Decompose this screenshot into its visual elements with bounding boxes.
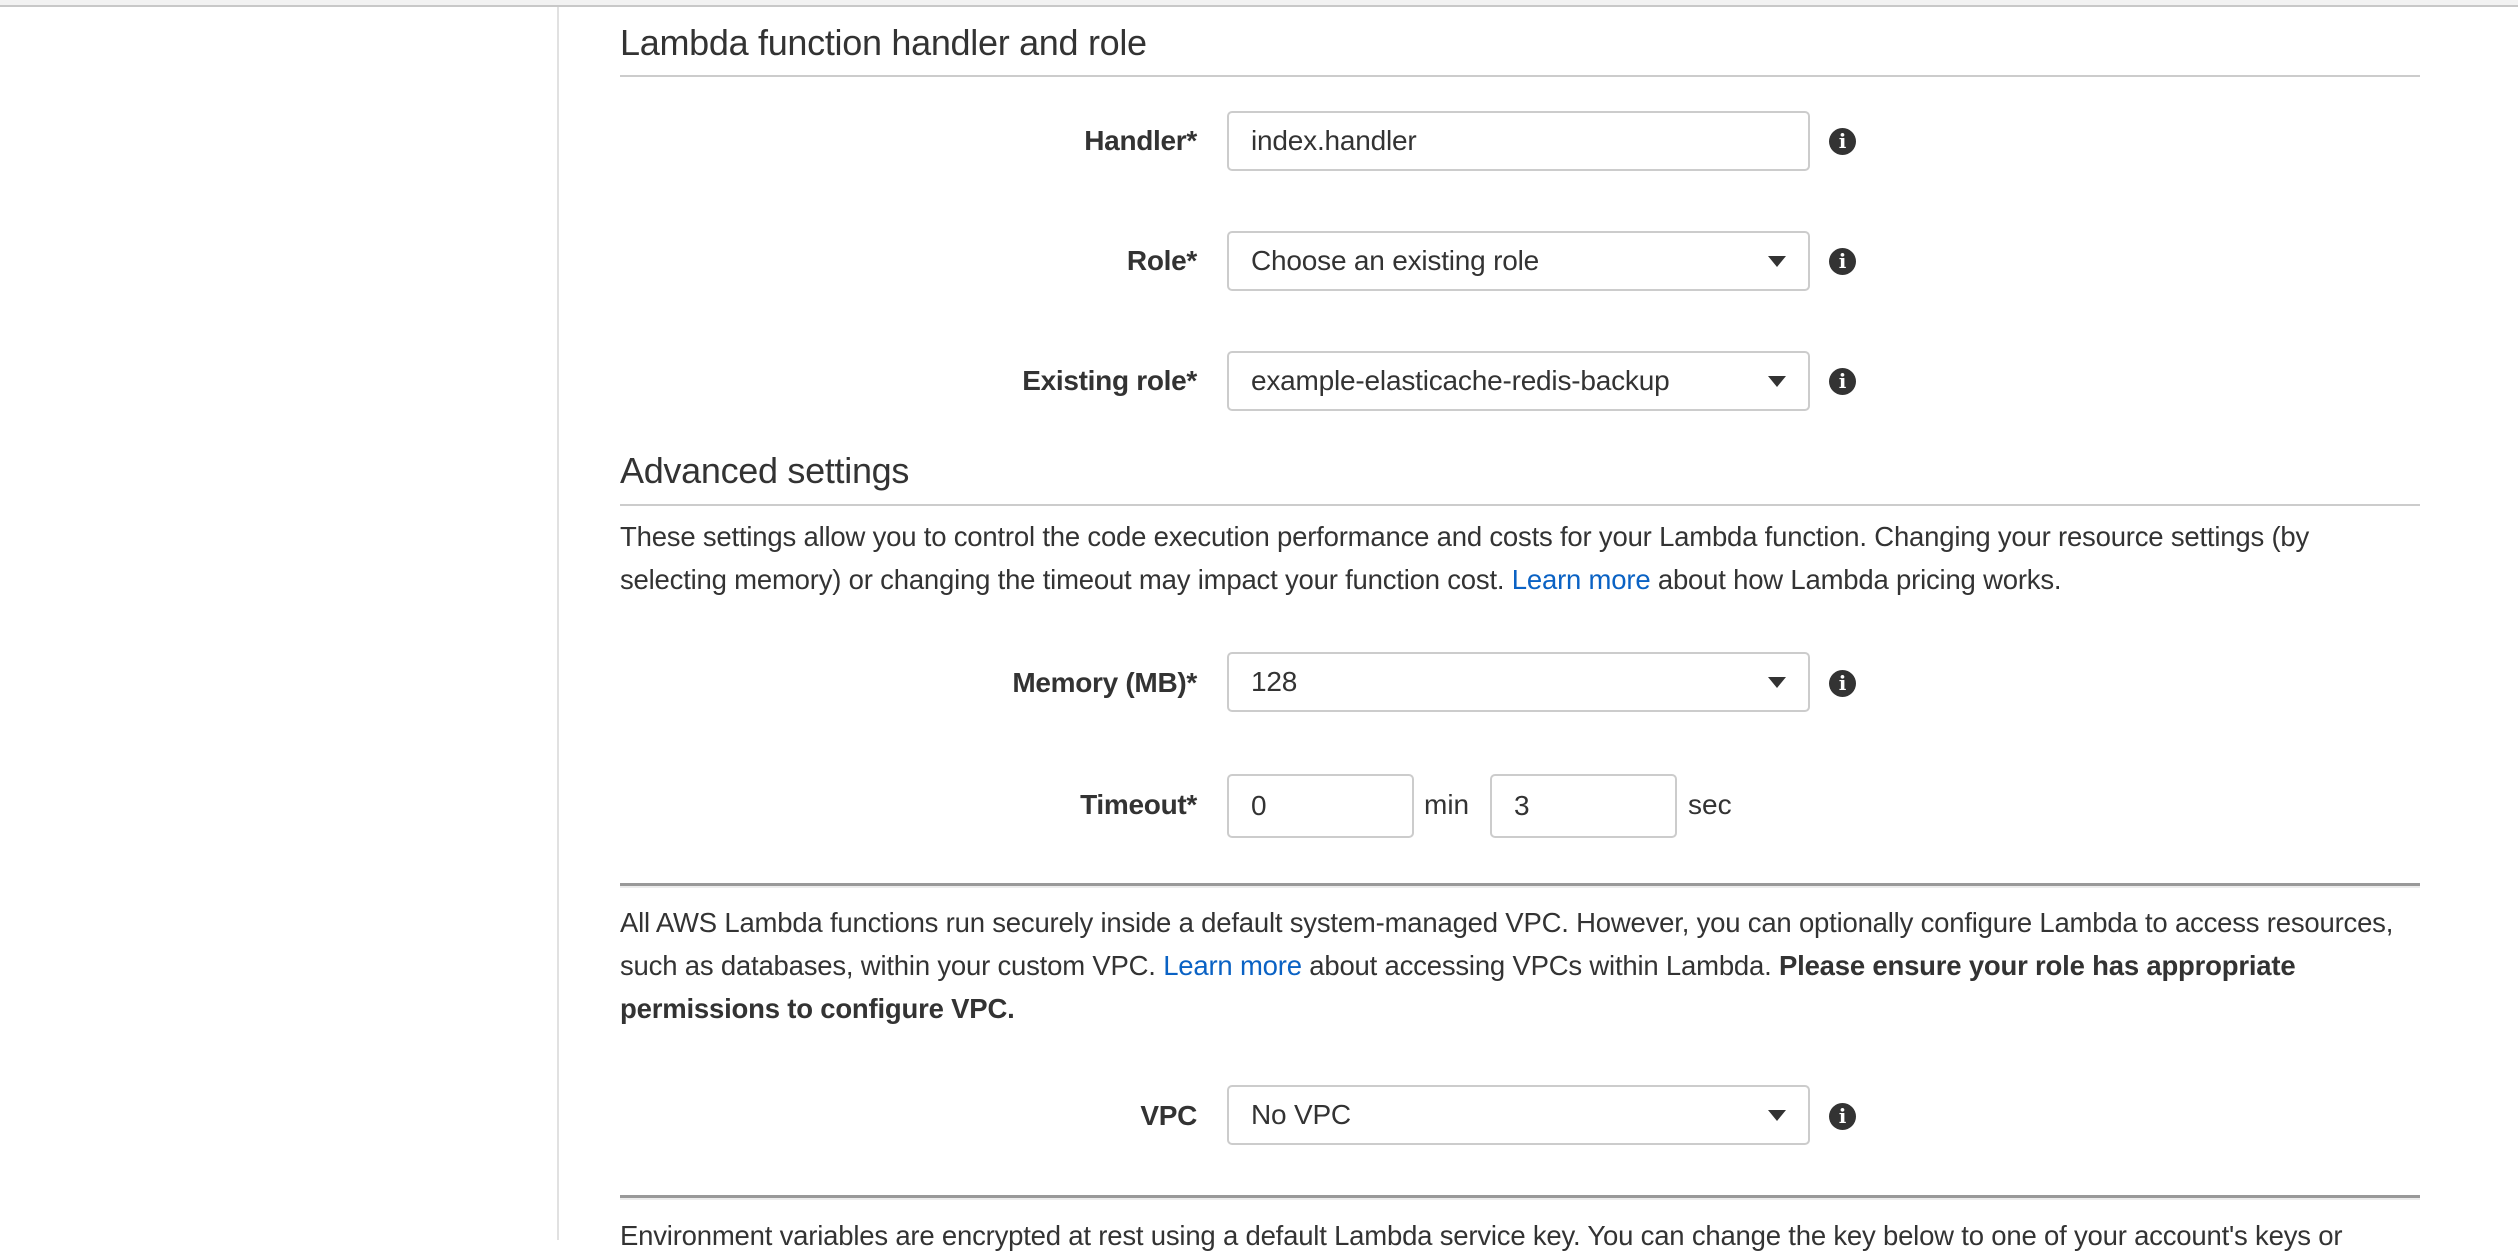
timeout-seconds-input[interactable]: 3 [1490, 774, 1677, 838]
role-label: Role* [1126, 245, 1197, 276]
section-rule [620, 75, 2420, 77]
existing-role-label: Existing role* [1022, 365, 1197, 396]
memory-label: Memory (MB)* [1012, 667, 1197, 698]
pane-divider [557, 7, 559, 1240]
section-title-advanced-settings: Advanced settings [620, 450, 910, 491]
info-icon[interactable]: i [1829, 670, 1856, 697]
seconds-unit-label: sec [1688, 789, 1732, 820]
info-icon[interactable]: i [1829, 1103, 1856, 1130]
info-icon[interactable]: i [1829, 368, 1856, 395]
description-text: about how Lambda pricing works. [1650, 564, 2062, 595]
role-select-value: Choose an existing role [1251, 245, 1540, 276]
chevron-down-icon [1768, 256, 1786, 267]
description-text: about accessing VPCs within Lambda. [1301, 950, 1779, 981]
handler-input[interactable]: index.handler [1227, 111, 1810, 171]
handler-input-value: index.handler [1251, 125, 1417, 156]
learn-more-vpc-link[interactable]: Learn more [1163, 950, 1302, 981]
memory-select[interactable]: 128 [1227, 652, 1810, 712]
chevron-down-icon [1768, 376, 1786, 387]
existing-role-select-value: example-elasticache-redis-backup [1251, 365, 1670, 396]
learn-more-pricing-link[interactable]: Learn more [1512, 564, 1651, 595]
memory-select-value: 128 [1251, 666, 1298, 697]
env-encryption-description: Environment variables are encrypted at r… [620, 1220, 2343, 1251]
section-rule [620, 1195, 2420, 1200]
timeout-minutes-value: 0 [1251, 790, 1267, 821]
chevron-down-icon [1768, 1110, 1786, 1121]
timeout-minutes-input[interactable]: 0 [1227, 774, 1414, 838]
vpc-label: VPC [1140, 1100, 1197, 1131]
section-rule [620, 883, 2420, 888]
vpc-select-value: No VPC [1251, 1099, 1351, 1130]
section-rule [620, 504, 2420, 506]
role-select[interactable]: Choose an existing role [1227, 231, 1810, 291]
vpc-description: All AWS Lambda functions run securely in… [620, 901, 2420, 1030]
info-icon[interactable]: i [1829, 128, 1856, 155]
handler-label: Handler* [1084, 125, 1197, 156]
info-icon[interactable]: i [1829, 248, 1856, 275]
left-navigation-pane [0, 7, 557, 1240]
timeout-seconds-value: 3 [1514, 790, 1530, 821]
timeout-label: Timeout* [1080, 789, 1197, 820]
existing-role-select[interactable]: example-elasticache-redis-backup [1227, 351, 1810, 411]
chevron-down-icon [1768, 677, 1786, 688]
top-border [0, 0, 2518, 7]
minutes-unit-label: min [1424, 789, 1470, 820]
advanced-settings-description: These settings allow you to control the … [620, 515, 2420, 601]
section-title-handler-role: Lambda function handler and role [620, 22, 1147, 63]
vpc-select[interactable]: No VPC [1227, 1085, 1810, 1145]
